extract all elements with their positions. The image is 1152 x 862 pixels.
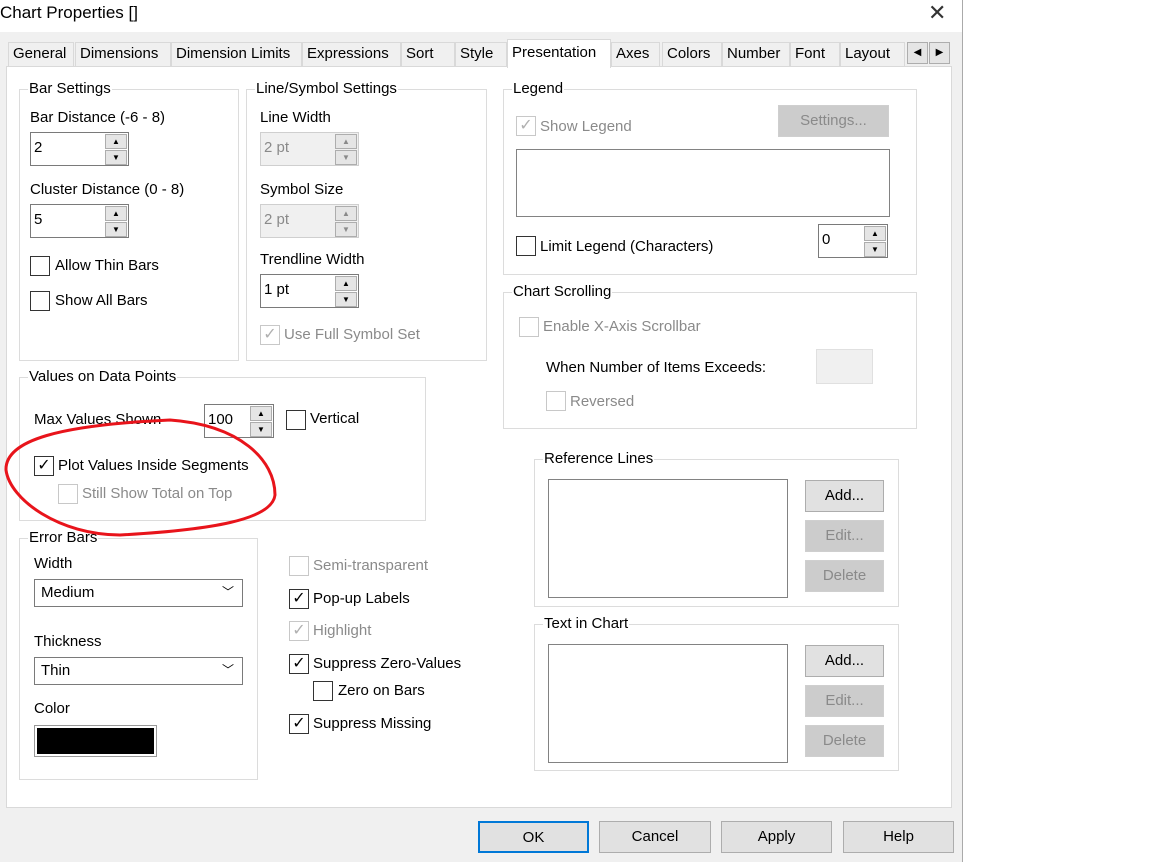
tab-presentation[interactable]: Presentation [507, 39, 611, 68]
red-circle-annotation [4, 418, 277, 537]
